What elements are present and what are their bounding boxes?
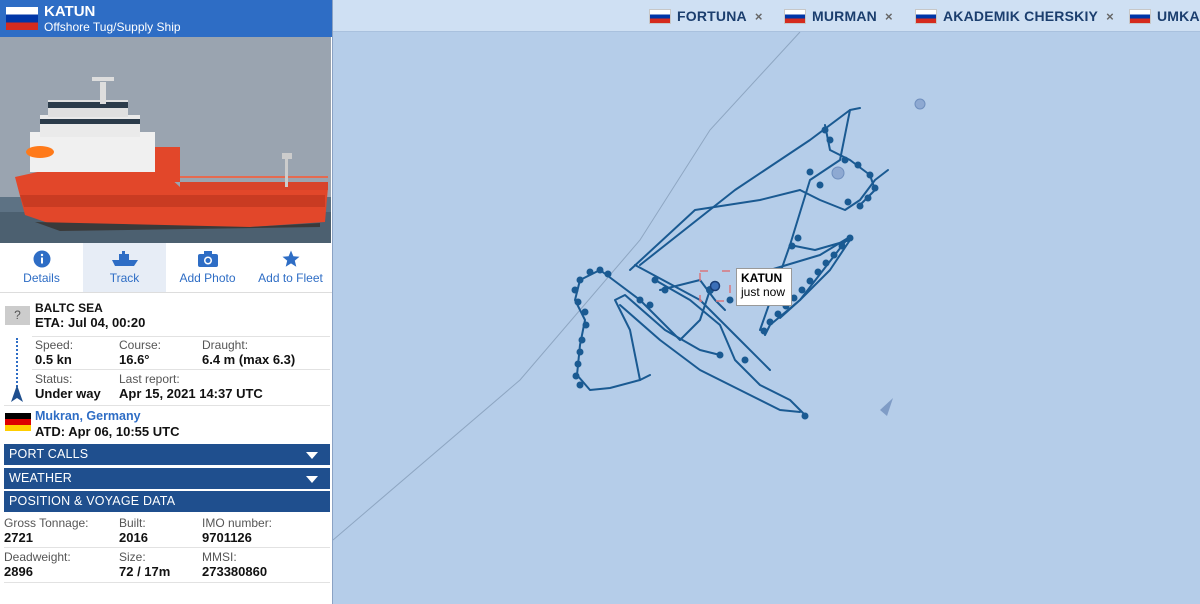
destination-name: BALTC SEA bbox=[35, 301, 103, 315]
status-value: Under way bbox=[35, 386, 101, 401]
port-calls-label: PORT CALLS bbox=[9, 447, 89, 461]
russia-flag-icon bbox=[6, 7, 38, 30]
tooltip-vessel-name: KATUN bbox=[741, 271, 783, 285]
course-value: 16.6° bbox=[119, 352, 150, 367]
last-report-label: Last report: bbox=[119, 372, 180, 386]
track-button[interactable]: Track bbox=[83, 243, 166, 292]
tab-umka[interactable]: UMKA bbox=[1129, 6, 1200, 26]
katun-position-marker[interactable] bbox=[709, 280, 721, 292]
tab-akademik-cherskiy[interactable]: AKADEMIK CHERSKIY × bbox=[915, 6, 1114, 26]
weather-section[interactable]: WEATHER bbox=[4, 468, 330, 489]
vessel-photo[interactable] bbox=[0, 37, 331, 243]
add-to-fleet-button[interactable]: Add to Fleet bbox=[249, 243, 332, 292]
details-button[interactable]: Details bbox=[0, 243, 83, 292]
built-cell: Built: 2016 bbox=[119, 516, 148, 546]
camera-icon bbox=[197, 251, 218, 267]
deadweight-value: 2896 bbox=[4, 564, 33, 579]
russia-flag-icon bbox=[784, 8, 806, 24]
position-voyage-section[interactable]: POSITION & VOYAGE DATA bbox=[4, 491, 330, 512]
tab-label: MURMAN bbox=[812, 8, 877, 24]
track-label: Track bbox=[109, 271, 140, 285]
destination-eta: ETA: Jul 04, 00:20 bbox=[35, 315, 146, 330]
deadweight-label: Deadweight: bbox=[4, 550, 71, 564]
draught-value: 6.4 m (max 6.3) bbox=[202, 352, 296, 367]
close-icon[interactable]: × bbox=[885, 9, 893, 24]
gross-tonnage-cell: Gross Tonnage: 2721 bbox=[4, 516, 89, 546]
imo-cell: IMO number: 9701126 bbox=[202, 516, 273, 546]
close-icon[interactable]: × bbox=[755, 9, 763, 24]
status-cell: Status: Under way bbox=[35, 372, 101, 402]
tooltip-time: just now bbox=[741, 285, 786, 299]
vessel-header: KATUN Offshore Tug/Supply Ship bbox=[0, 0, 332, 37]
chevron-down-icon bbox=[306, 452, 318, 459]
deadweight-cell: Deadweight: 2896 bbox=[4, 550, 71, 580]
vessel-action-bar: Details Track Add Photo Add to Fleet bbox=[0, 243, 332, 293]
course-cell: Course: 16.6° bbox=[119, 338, 162, 368]
vessel-marker[interactable] bbox=[831, 166, 845, 180]
add-photo-label: Add Photo bbox=[179, 271, 236, 285]
mmsi-label: MMSI: bbox=[202, 550, 237, 564]
route-dotted-line bbox=[16, 338, 18, 390]
ship-direction-icon bbox=[11, 385, 23, 402]
built-label: Built: bbox=[119, 516, 146, 530]
speed-value: 0.5 kn bbox=[35, 352, 72, 367]
germany-flag-icon bbox=[5, 413, 31, 431]
size-cell: Size: 72 / 17m bbox=[119, 550, 171, 580]
draught-cell: Draught: 6.4 m (max 6.3) bbox=[202, 338, 296, 368]
destination-unknown-badge: ? bbox=[5, 306, 30, 325]
tab-label: FORTUNA bbox=[677, 8, 747, 24]
departure-block: Mukran, Germany ATD: Apr 06, 10:55 UTC bbox=[0, 405, 331, 442]
draught-label: Draught: bbox=[202, 338, 249, 352]
vessel-tooltip: KATUN just now bbox=[736, 268, 792, 306]
tab-fortuna[interactable]: FORTUNA × bbox=[649, 6, 763, 26]
departure-atd: ATD: Apr 06, 10:55 UTC bbox=[35, 424, 180, 439]
chevron-down-icon bbox=[306, 476, 318, 483]
port-calls-section[interactable]: PORT CALLS bbox=[4, 444, 330, 465]
course-label: Course: bbox=[119, 338, 162, 352]
star-icon bbox=[282, 250, 299, 267]
last-report-value: Apr 15, 2021 14:37 UTC bbox=[119, 386, 263, 401]
speed-cell: Speed: 0.5 kn bbox=[35, 338, 74, 368]
speed-label: Speed: bbox=[35, 338, 74, 352]
add-photo-button[interactable]: Add Photo bbox=[166, 243, 249, 292]
vessel-sidebar: KATUN Offshore Tug/Supply Ship Details T… bbox=[0, 0, 333, 604]
size-label: Size: bbox=[119, 550, 146, 564]
weather-label: WEATHER bbox=[9, 471, 72, 485]
info-icon bbox=[33, 250, 50, 268]
imo-value: 9701126 bbox=[202, 530, 252, 545]
vessel-marker[interactable] bbox=[914, 98, 926, 110]
vessel-name: KATUN bbox=[44, 3, 96, 20]
tab-label: UMKA bbox=[1157, 8, 1200, 24]
russia-flag-icon bbox=[649, 8, 671, 24]
ship-track-icon bbox=[111, 251, 138, 266]
mmsi-value: 273380860 bbox=[202, 564, 268, 579]
russia-flag-icon bbox=[1129, 8, 1151, 24]
divider bbox=[32, 336, 330, 337]
departure-port-link[interactable]: Mukran, Germany bbox=[35, 409, 141, 423]
divider bbox=[4, 547, 330, 548]
imo-label: IMO number: bbox=[202, 516, 273, 530]
tab-murman[interactable]: MURMAN × bbox=[784, 6, 893, 26]
divider bbox=[32, 369, 330, 370]
tab-label: AKADEMIK CHERSKIY bbox=[943, 8, 1099, 24]
gross-tonnage-label: Gross Tonnage: bbox=[4, 516, 89, 530]
last-report-cell: Last report: Apr 15, 2021 14:37 UTC bbox=[119, 372, 263, 402]
vessel-tabs: FORTUNA × MURMAN × AKADEMIK CHERSKIY × U… bbox=[333, 0, 1200, 32]
russia-flag-icon bbox=[915, 8, 937, 24]
gross-tonnage-value: 2721 bbox=[4, 530, 33, 545]
add-to-fleet-label: Add to Fleet bbox=[258, 271, 323, 285]
divider bbox=[4, 582, 330, 583]
built-value: 2016 bbox=[119, 530, 148, 545]
vessel-type: Offshore Tug/Supply Ship bbox=[44, 20, 181, 34]
status-label: Status: bbox=[35, 372, 73, 386]
size-value: 72 / 17m bbox=[119, 564, 171, 579]
vessel-arrow-icon[interactable] bbox=[880, 398, 893, 416]
destination-block: ? BALTC SEA ETA: Jul 04, 00:20 bbox=[0, 298, 331, 336]
details-label: Details bbox=[23, 271, 60, 285]
close-icon[interactable]: × bbox=[1106, 9, 1114, 24]
mmsi-cell: MMSI: 273380860 bbox=[202, 550, 268, 580]
position-voyage-label: POSITION & VOYAGE DATA bbox=[9, 494, 176, 508]
